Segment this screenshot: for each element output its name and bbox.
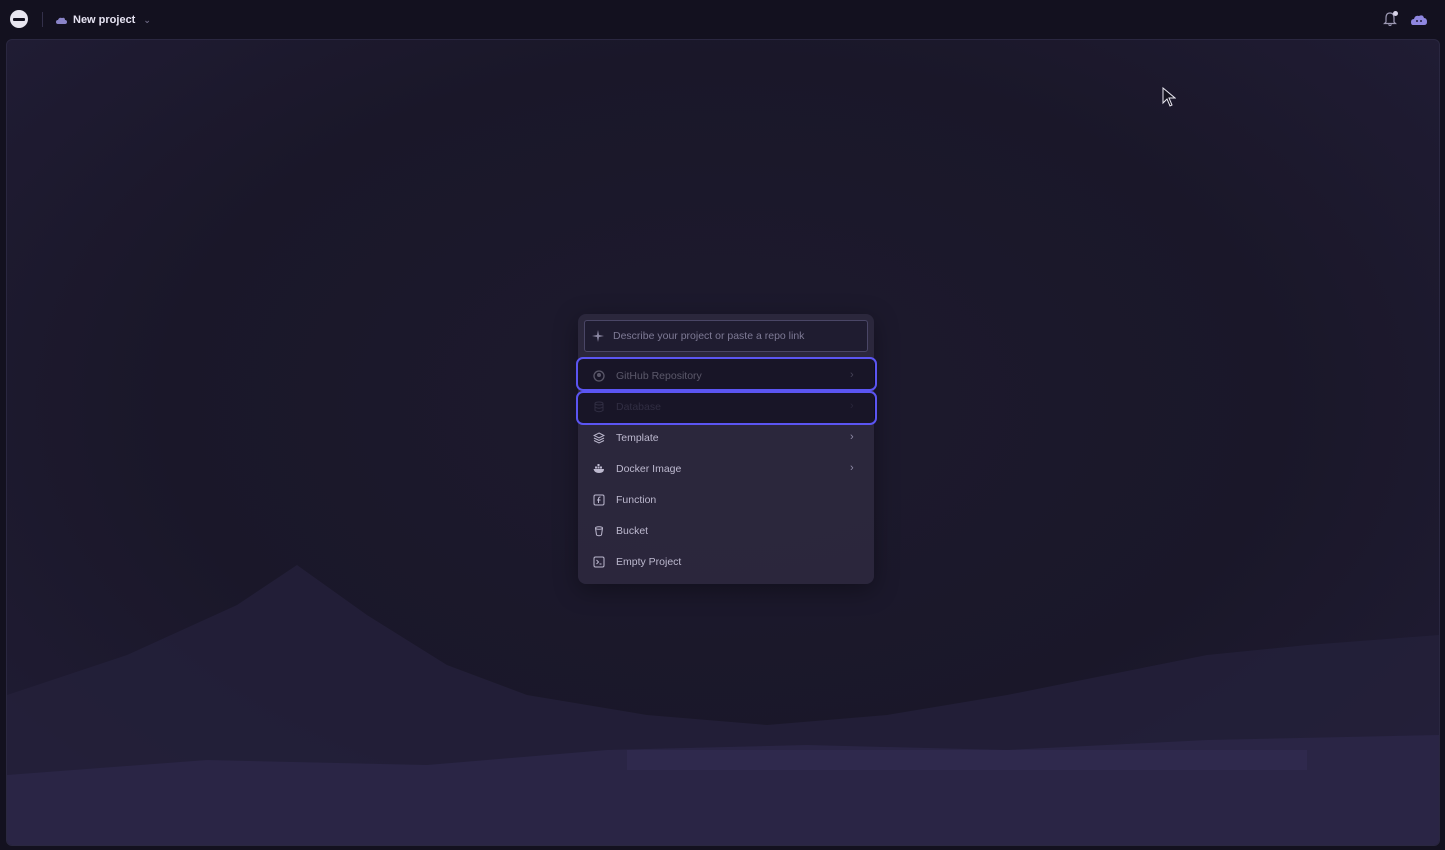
chevron-right-icon: ›: [850, 400, 854, 412]
docker-icon: [593, 464, 604, 473]
project-name: New project: [73, 14, 136, 26]
sparkle-icon: [592, 330, 604, 342]
layers-icon: [593, 432, 605, 444]
menu-item-empty-project[interactable]: Empty Project: [578, 547, 874, 577]
menu-item-function[interactable]: Function: [578, 485, 874, 515]
menu-item-bucket[interactable]: Bucket: [578, 516, 874, 546]
mouse-cursor-icon: [1162, 87, 1176, 107]
terminal-icon: [593, 556, 605, 568]
menu-item-label: Template: [616, 432, 659, 444]
chevron-right-icon: ›: [850, 431, 854, 443]
menu-item-database[interactable]: Database ›: [578, 392, 874, 422]
mountain-background: [7, 565, 1439, 845]
menu-item-template[interactable]: Template ›: [578, 423, 874, 453]
new-project-menu: GitHub Repository › Database › Template …: [578, 314, 874, 584]
bucket-icon: [595, 526, 603, 537]
menu-item-label: Docker Image: [616, 463, 682, 475]
menu-item-label: GitHub Repository: [616, 370, 702, 382]
function-icon: [593, 494, 605, 506]
chevron-right-icon: ›: [850, 369, 854, 381]
menu-item-label: Function: [616, 494, 657, 506]
chevron-down-icon: ⌄: [143, 14, 151, 25]
menu-item-label: Bucket: [616, 525, 649, 537]
menu-item-label: Empty Project: [616, 556, 682, 568]
project-search-input[interactable]: [611, 329, 855, 343]
header-divider: [42, 12, 43, 27]
notification-dot: [1393, 11, 1398, 16]
railway-logo-icon[interactable]: [10, 10, 28, 28]
project-cloud-icon: [56, 17, 67, 24]
user-avatar-icon[interactable]: [1410, 11, 1428, 29]
github-icon: [593, 370, 605, 382]
database-icon: [594, 401, 604, 413]
project-search-box[interactable]: [584, 320, 868, 352]
menu-item-docker-image[interactable]: Docker Image ›: [578, 454, 874, 484]
chevron-right-icon: ›: [850, 462, 854, 474]
menu-item-label: Database: [616, 401, 661, 413]
top-bar: New project ⌄: [0, 0, 1445, 39]
project-switcher[interactable]: New project ⌄: [56, 10, 151, 30]
menu-item-github-repository[interactable]: GitHub Repository ›: [578, 361, 874, 391]
